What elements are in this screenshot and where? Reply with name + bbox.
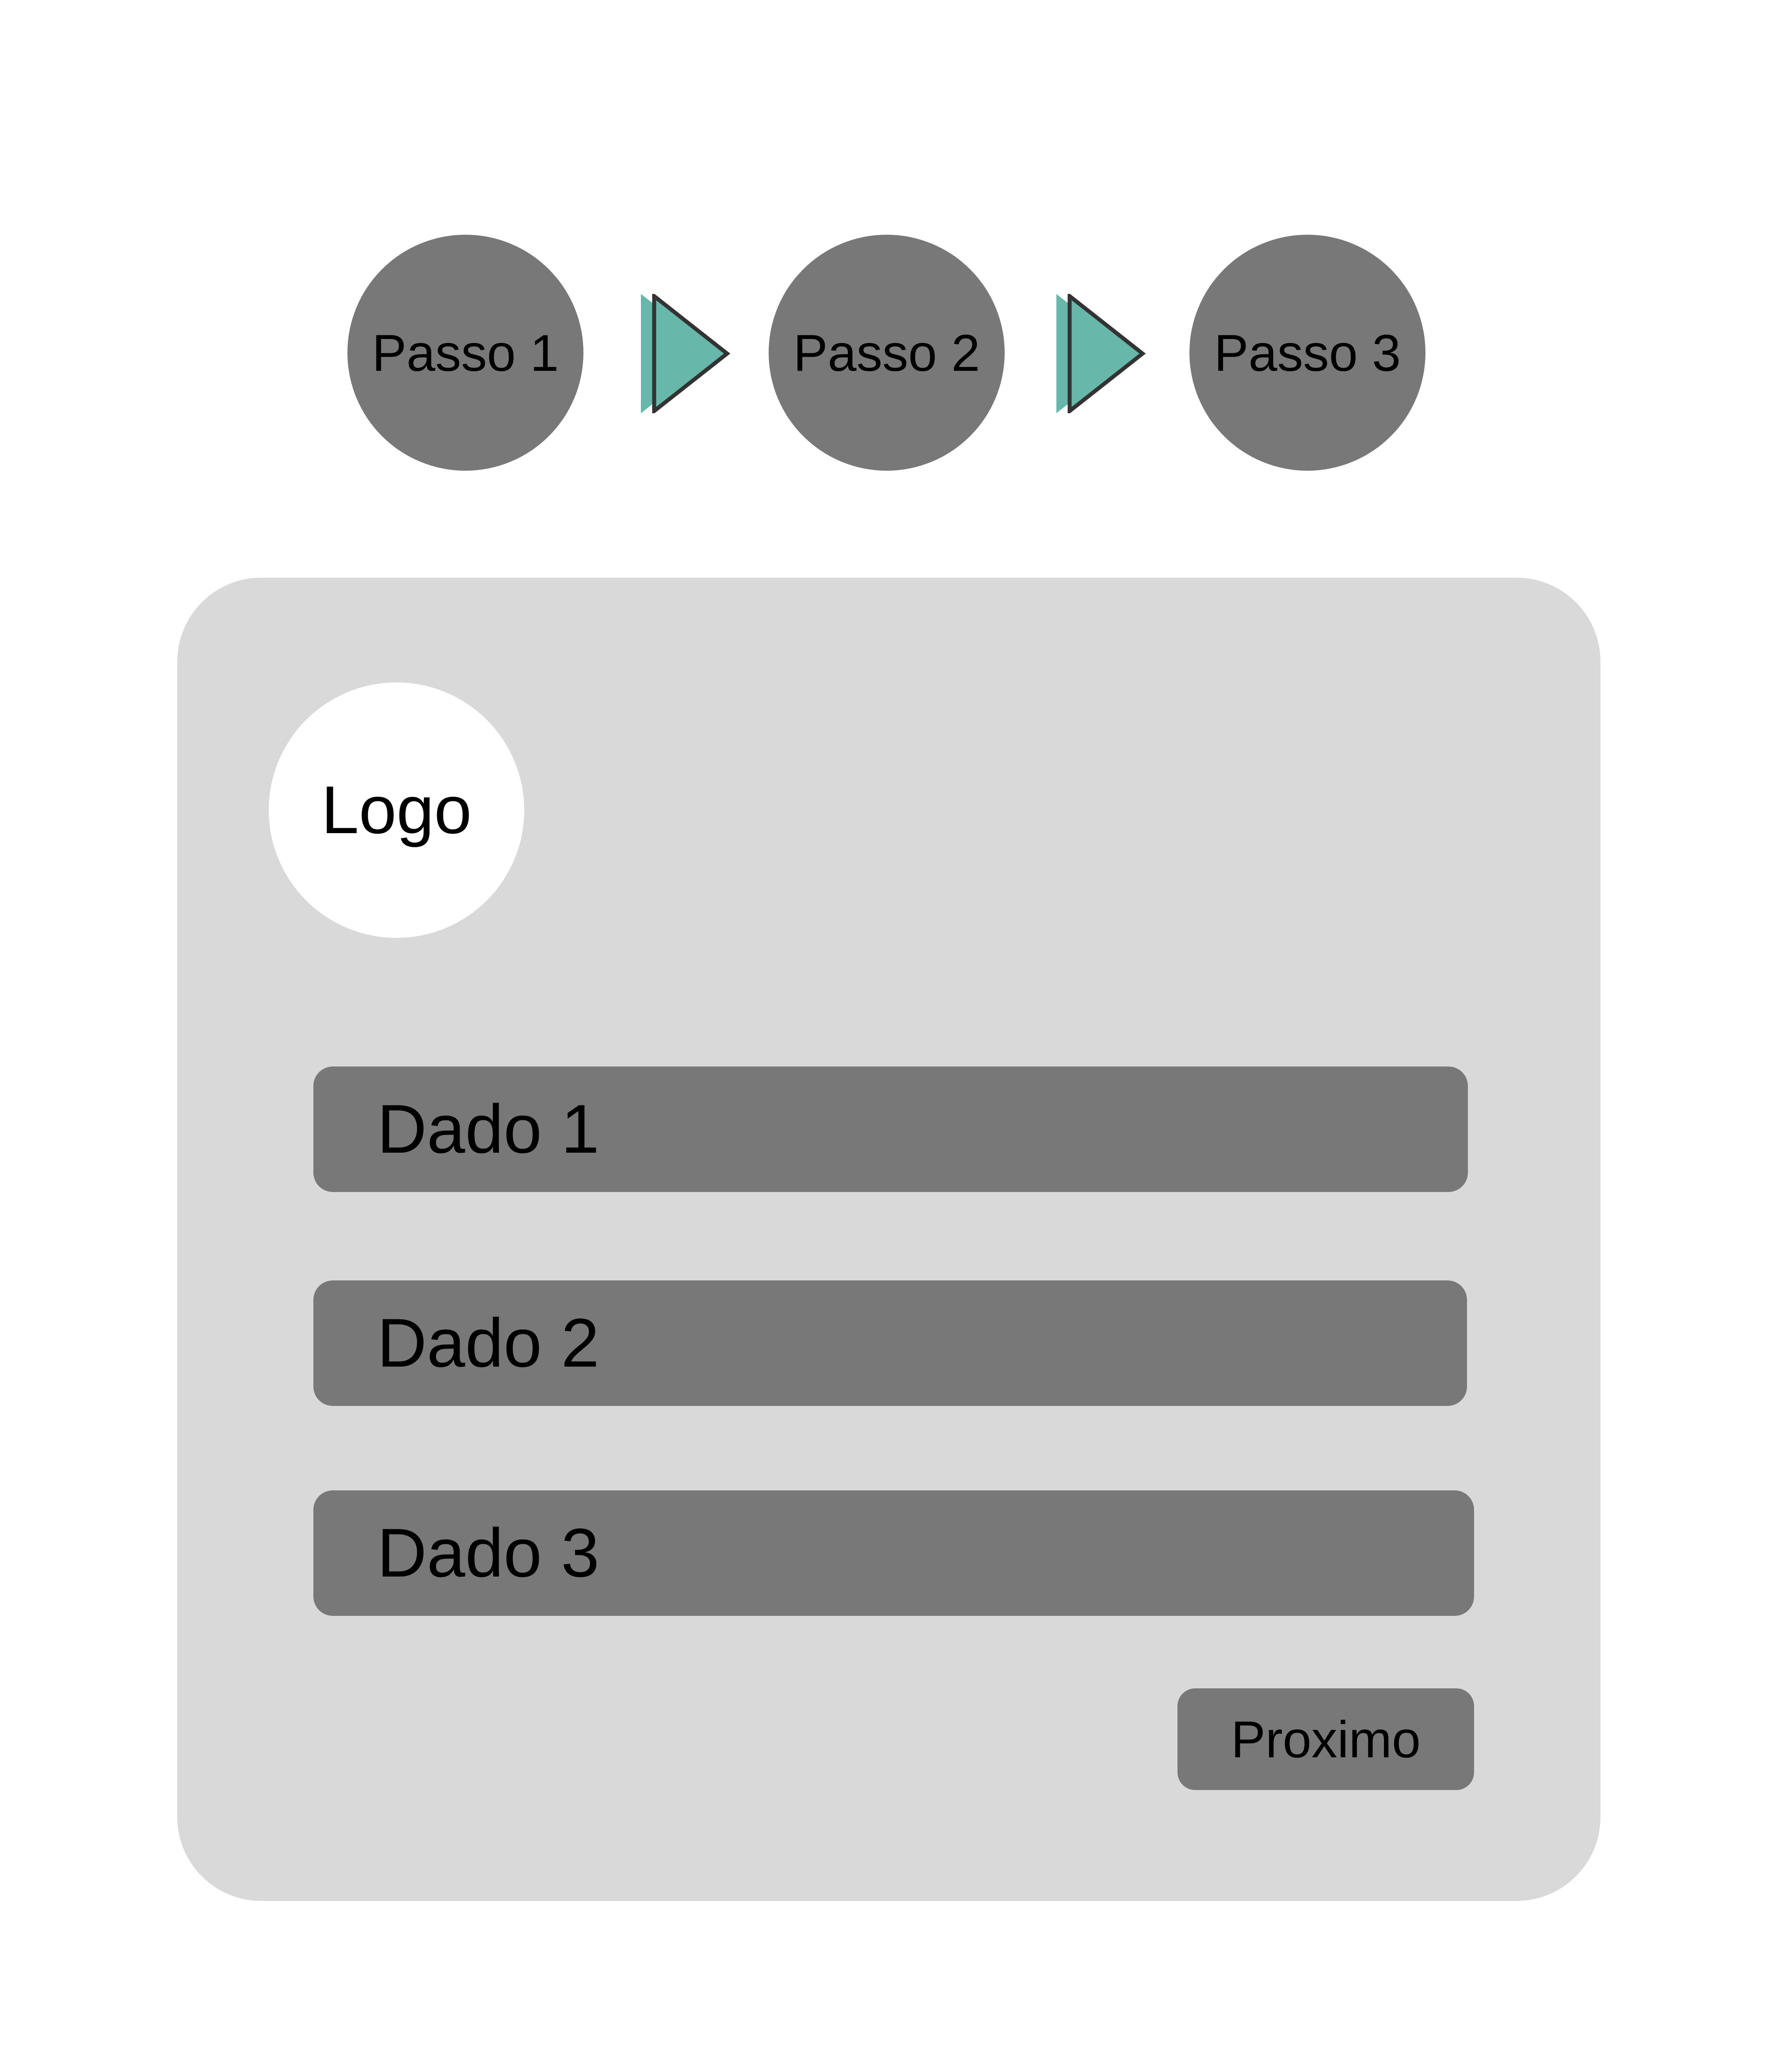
logo-label: Logo [321, 772, 472, 848]
data-field-2[interactable]: Dado 2 [313, 1280, 1467, 1406]
next-button[interactable]: Proximo [1177, 1688, 1474, 1790]
step-1-label: Passo 1 [372, 324, 559, 382]
next-button-label: Proximo [1231, 1710, 1421, 1768]
data-field-3-label: Dado 3 [377, 1514, 600, 1592]
data-field-1-label: Dado 1 [377, 1090, 600, 1168]
play-arrow-icon [1056, 294, 1146, 413]
data-field-2-label: Dado 2 [377, 1304, 600, 1382]
step-2-label: Passo 2 [793, 324, 980, 382]
step-3-indicator[interactable]: Passo 3 [1189, 235, 1425, 471]
step-1-indicator[interactable]: Passo 1 [347, 235, 583, 471]
data-field-3[interactable]: Dado 3 [313, 1490, 1474, 1616]
data-field-1[interactable]: Dado 1 [313, 1066, 1468, 1192]
play-arrow-icon [641, 294, 731, 413]
step-3-label: Passo 3 [1214, 324, 1401, 382]
step-2-indicator[interactable]: Passo 2 [769, 235, 1005, 471]
logo: Logo [269, 682, 524, 938]
